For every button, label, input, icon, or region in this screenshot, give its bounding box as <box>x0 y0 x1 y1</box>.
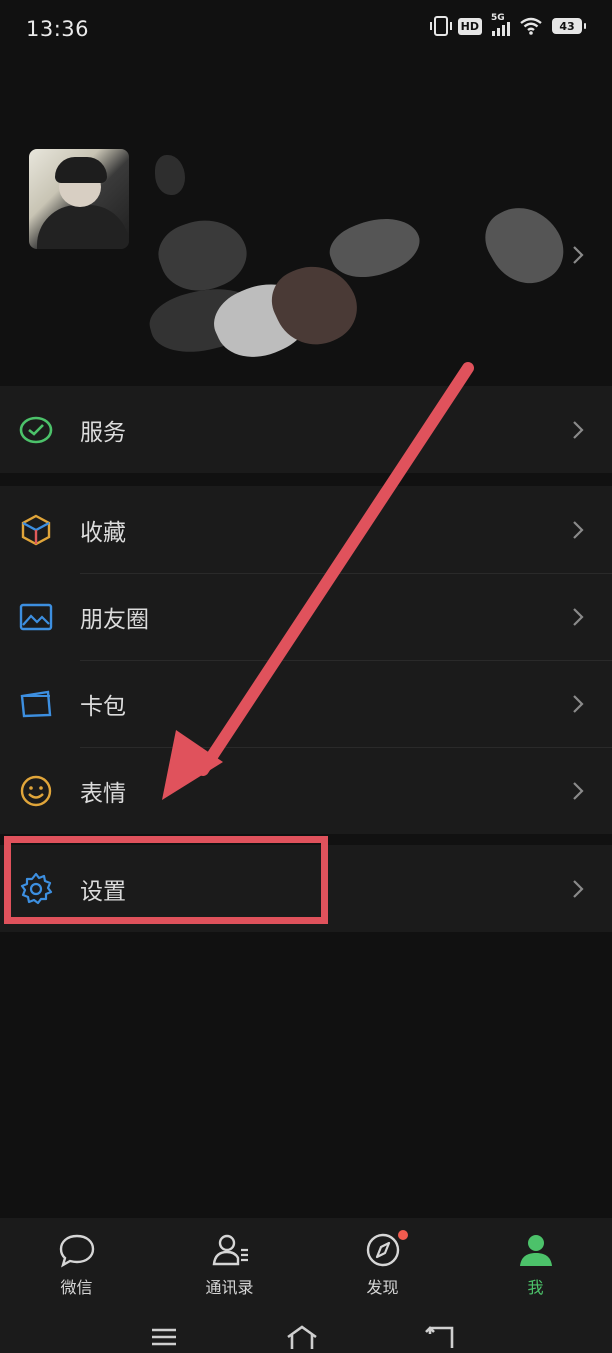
status-icons: HD 5G 43 <box>429 13 586 36</box>
home-icon[interactable] <box>285 1324 319 1350</box>
menu-item-label: 朋友圈 <box>80 606 149 633</box>
menu-item-stickers[interactable]: 表情 <box>0 747 612 834</box>
redaction-scribble <box>150 207 256 303</box>
tab-chats[interactable]: 微信 <box>0 1218 153 1318</box>
emoji-smile-icon <box>20 775 52 806</box>
card-wallet-icon <box>20 690 52 717</box>
discover-compass-icon <box>366 1233 399 1267</box>
avatar-figure-body <box>37 205 129 249</box>
settings-gear-icon <box>20 872 53 904</box>
menu-item-label: 表情 <box>80 780 126 807</box>
chevron-right-icon <box>573 694 584 713</box>
menu-item-favorites[interactable]: 收藏 <box>0 486 612 573</box>
network-type-label: 5G <box>491 13 505 23</box>
redaction-scribble <box>155 155 185 195</box>
tab-contacts[interactable]: 通讯录 <box>153 1218 306 1318</box>
menu-group-services: 服务 <box>0 386 612 473</box>
menu-icon[interactable] <box>150 1326 178 1348</box>
menu-item-label: 收藏 <box>80 519 126 546</box>
profile-header[interactable] <box>0 60 612 373</box>
tab-label: 微信 <box>60 1278 93 1297</box>
menu-group-main: 收藏 朋友圈 卡包 表情 <box>0 486 612 834</box>
hd-badge: HD <box>457 17 482 35</box>
service-check-icon <box>19 416 53 443</box>
discover-badge-dot <box>397 1230 408 1240</box>
profile-chevron-right-icon <box>573 246 584 264</box>
menu-item-settings[interactable]: 设置 <box>0 845 612 932</box>
tab-label: 通讯录 <box>205 1278 254 1297</box>
chat-bubble-icon <box>59 1234 94 1268</box>
chevron-right-icon <box>573 607 584 626</box>
tab-label: 发现 <box>366 1278 399 1297</box>
battery-icon: 43 <box>552 18 586 34</box>
signal-icon: 5G <box>491 13 510 36</box>
chevron-right-icon <box>573 781 584 800</box>
chevron-right-icon <box>573 420 584 439</box>
redaction-scribble <box>474 192 576 298</box>
menu-item-cards[interactable]: 卡包 <box>0 660 612 747</box>
chevron-right-icon <box>573 520 584 539</box>
status-time: 13:36 <box>26 17 90 41</box>
menu-item-label: 卡包 <box>80 693 126 720</box>
vibrate-icon <box>429 16 452 36</box>
status-bar: 13:36 HD 5G 43 <box>0 0 612 60</box>
menu-item-moments[interactable]: 朋友圈 <box>0 573 612 660</box>
menu-item-label: 设置 <box>80 878 126 905</box>
system-navigation-bar <box>0 1318 612 1353</box>
bottom-tab-bar: 微信 通讯录 发现 我 <box>0 1218 612 1318</box>
tab-me[interactable]: 我 <box>459 1218 612 1318</box>
tab-label: 我 <box>527 1278 544 1297</box>
contacts-icon <box>212 1234 248 1266</box>
back-icon[interactable] <box>424 1324 456 1350</box>
moments-picture-icon <box>19 603 53 630</box>
menu-item-label: 服务 <box>80 419 126 446</box>
menu-group-settings: 设置 <box>0 845 612 932</box>
tab-discover[interactable]: 发现 <box>306 1218 459 1318</box>
wifi-icon <box>520 17 542 35</box>
favorites-cube-icon <box>21 514 51 545</box>
me-person-icon <box>519 1235 552 1266</box>
menu-item-services[interactable]: 服务 <box>0 386 612 473</box>
avatar-figure-hair <box>55 157 107 183</box>
chevron-right-icon <box>573 879 584 898</box>
avatar[interactable] <box>29 149 129 249</box>
